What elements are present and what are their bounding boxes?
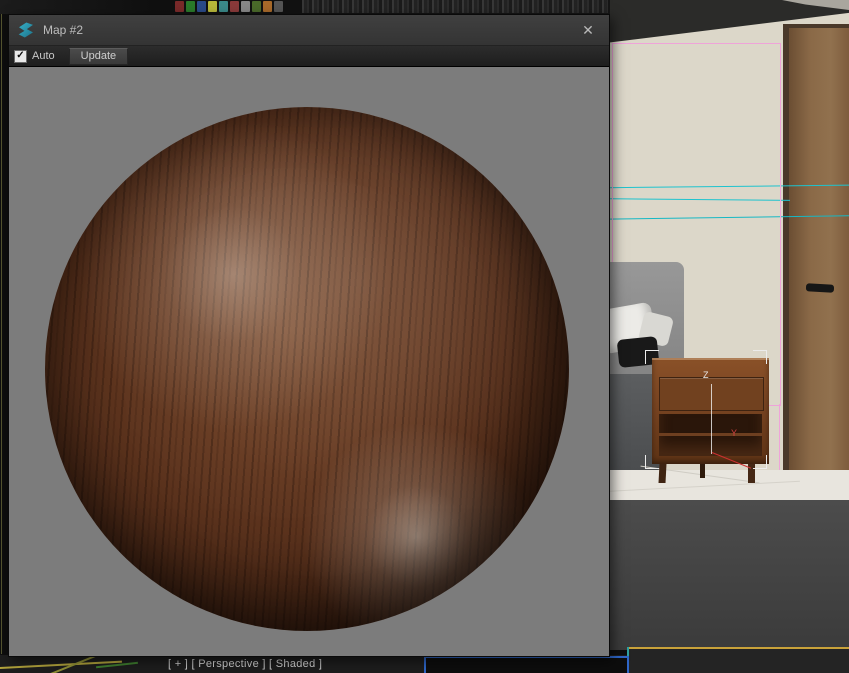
selection-outline-pink-segment xyxy=(779,404,780,477)
map-dialog: Map #2 ✕ ✓ Auto Update xyxy=(8,14,610,657)
lower-viewport-panel xyxy=(596,500,849,650)
auto-label: Auto xyxy=(32,50,55,62)
left-edge-grid-line xyxy=(1,14,2,654)
toolbar-icons xyxy=(175,1,283,12)
toolbar-blur-strip xyxy=(302,0,608,13)
selection-bracket-bottom-right xyxy=(753,455,767,469)
selection-bracket-top-right xyxy=(753,350,767,364)
close-button[interactable]: ✕ xyxy=(577,22,599,39)
gizmo-y-label: Y xyxy=(731,428,737,438)
gizmo-z-label: Z xyxy=(703,370,709,380)
selection-bracket-bottom-left xyxy=(645,455,659,469)
door xyxy=(789,28,849,488)
auto-checkbox[interactable]: ✓ Auto xyxy=(14,50,69,63)
checkbox-check-icon[interactable]: ✓ xyxy=(14,50,27,63)
screen: Z Y [ + ] [ Perspective ] [ Shaded ] Map… xyxy=(0,0,849,673)
bottom-right-panel xyxy=(629,649,849,673)
active-viewport-border-yellow xyxy=(627,647,849,649)
door-handle xyxy=(806,283,834,292)
viewport-label[interactable]: [ + ] [ Perspective ] [ Shaded ] xyxy=(168,658,322,670)
dialog-toolbar: ✓ Auto Update xyxy=(9,46,609,67)
material-sphere-preview xyxy=(45,107,569,631)
gizmo-z-axis-line xyxy=(711,384,712,454)
3dsmax-logo-icon xyxy=(17,22,34,39)
dialog-title: Map #2 xyxy=(43,23,568,37)
update-button[interactable]: Update xyxy=(69,48,128,65)
nightstand-leg xyxy=(659,464,667,483)
top-toolbar-strip xyxy=(0,0,610,14)
focused-window-edge[interactable] xyxy=(424,656,629,673)
map-preview-area xyxy=(9,67,609,656)
nightstand-leg xyxy=(700,464,705,478)
selection-bracket-top-left xyxy=(645,350,659,364)
dialog-titlebar[interactable]: Map #2 ✕ xyxy=(9,15,609,46)
